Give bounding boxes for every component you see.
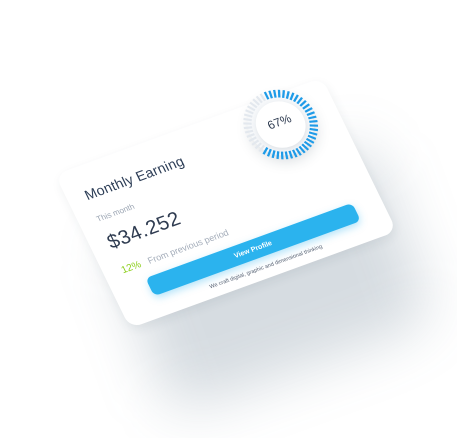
gauge-tick-inactive bbox=[243, 117, 252, 122]
gauge-tick-active bbox=[268, 90, 273, 99]
card-title: Monthly Earning bbox=[81, 152, 187, 203]
gauge-tick-active bbox=[280, 151, 284, 160]
gauge-tick-active bbox=[277, 89, 281, 98]
gauge-tick-active bbox=[309, 120, 318, 123]
gauge-tick-active bbox=[291, 149, 298, 158]
gauge-tick-inactive bbox=[259, 93, 266, 102]
gauge-tick-active bbox=[295, 147, 302, 156]
scene: Monthly Earning This month $34.252 12% F… bbox=[0, 0, 457, 438]
gauge-tick-active bbox=[309, 127, 319, 132]
change-percent: 12% bbox=[119, 259, 144, 277]
gauge-tick-active bbox=[272, 89, 277, 98]
progress-gauge: 67% bbox=[225, 75, 335, 175]
gauge-tick-active bbox=[288, 150, 294, 159]
gauge-tick-active bbox=[263, 91, 270, 100]
gauge-tick-active bbox=[282, 90, 286, 99]
gauge-tick-active bbox=[309, 124, 319, 127]
gauge-tick-active bbox=[276, 151, 280, 160]
period-label: This month bbox=[94, 202, 137, 224]
gauge-tick-inactive bbox=[251, 139, 260, 146]
gauge-tick-active bbox=[284, 151, 289, 160]
